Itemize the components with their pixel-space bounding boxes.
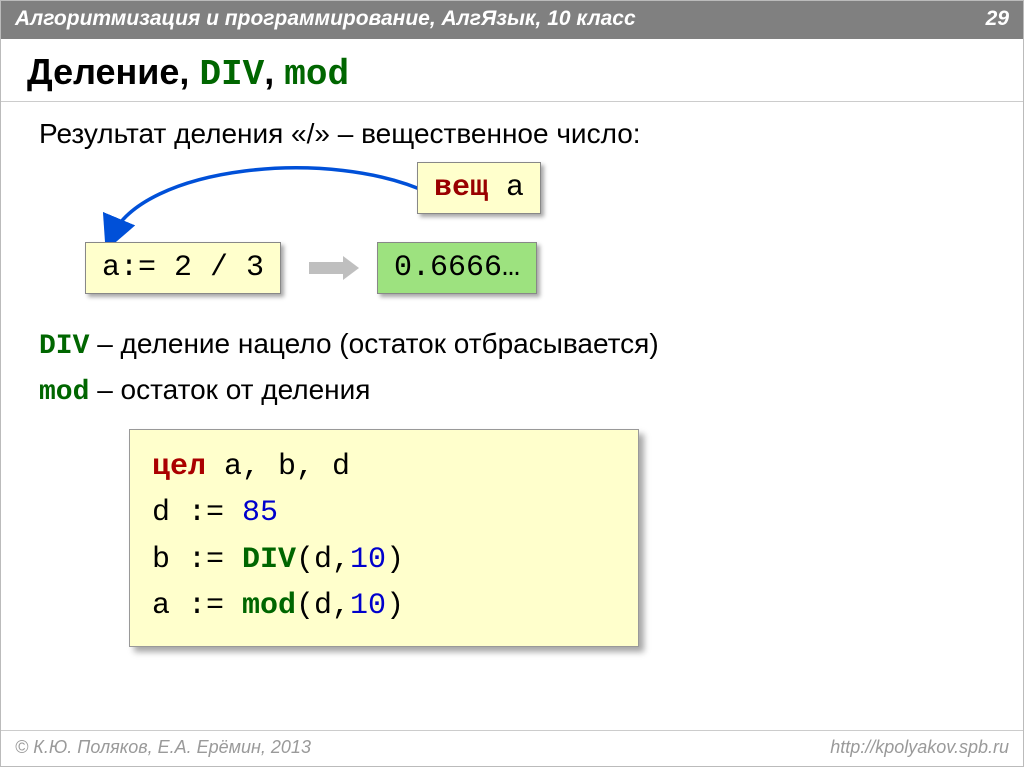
- func-mod: mod: [242, 589, 296, 623]
- title-keyword-div: DIV: [199, 54, 264, 95]
- code-text: (d,: [296, 589, 350, 623]
- keyword-vesh: вещ: [434, 171, 488, 205]
- result-chip: 0.6666…: [377, 242, 537, 294]
- title-word: Деление: [27, 51, 179, 92]
- slide-header: Алгоритмизация и программирование, АлгЯз…: [1, 1, 1023, 39]
- code-block: цел a, b, d d := 85 b := DIV(d,10) a := …: [129, 429, 639, 647]
- keyword-mod: mod: [39, 377, 89, 408]
- expression-chip: a:= 2 / 3: [85, 242, 281, 294]
- def-div: DIV – деление нацело (остаток отбрасывае…: [39, 322, 997, 368]
- definitions: DIV – деление нацело (остаток отбрасывае…: [1, 318, 1023, 415]
- code-text: b :=: [152, 543, 242, 577]
- var-name: a: [488, 171, 524, 205]
- subtitle-text: Результат деления «/» – вещественное чис…: [1, 102, 1023, 158]
- def-mod: mod – остаток от деления: [39, 368, 997, 414]
- code-text: ): [386, 543, 404, 577]
- number-literal: 10: [350, 543, 386, 577]
- code-text: ): [386, 589, 404, 623]
- illustration-stage: вещ a a:= 2 / 3 0.6666…: [27, 158, 1023, 318]
- code-line-3: b := DIV(d,10): [152, 537, 616, 584]
- code-text: a, b, d: [206, 450, 350, 484]
- code-line-2: d := 85: [152, 490, 616, 537]
- code-line-1: цел a, b, d: [152, 444, 616, 491]
- def-mod-text: – остаток от деления: [89, 374, 370, 405]
- title-keyword-mod: mod: [284, 54, 349, 95]
- slide-title: Деление, DIV, mod: [1, 39, 1023, 102]
- footer-copyright: © К.Ю. Поляков, Е.А. Ерёмин, 2013: [15, 737, 311, 758]
- def-div-text: – деление нацело (остаток отбрасывается): [89, 328, 658, 359]
- code-text: d :=: [152, 496, 242, 530]
- title-sep2: ,: [264, 51, 284, 92]
- type-declaration-chip: вещ a: [417, 162, 541, 214]
- number-literal: 10: [350, 589, 386, 623]
- keyword-div: DIV: [39, 331, 89, 362]
- func-div: DIV: [242, 543, 296, 577]
- curved-arrow-icon: [81, 156, 451, 256]
- slide-footer: © К.Ю. Поляков, Е.А. Ерёмин, 2013 http:/…: [1, 730, 1023, 766]
- keyword-tsel: цел: [152, 450, 206, 484]
- title-sep: ,: [179, 51, 199, 92]
- footer-url: http://kpolyakov.spb.ru: [830, 737, 1009, 758]
- number-literal: 85: [242, 496, 278, 530]
- code-line-4: a := mod(d,10): [152, 583, 616, 630]
- arrow-right-icon: [309, 256, 357, 280]
- page-number: 29: [986, 7, 1009, 31]
- header-title: Алгоритмизация и программирование, АлгЯз…: [15, 7, 636, 31]
- code-text: (d,: [296, 543, 350, 577]
- code-text: a :=: [152, 589, 242, 623]
